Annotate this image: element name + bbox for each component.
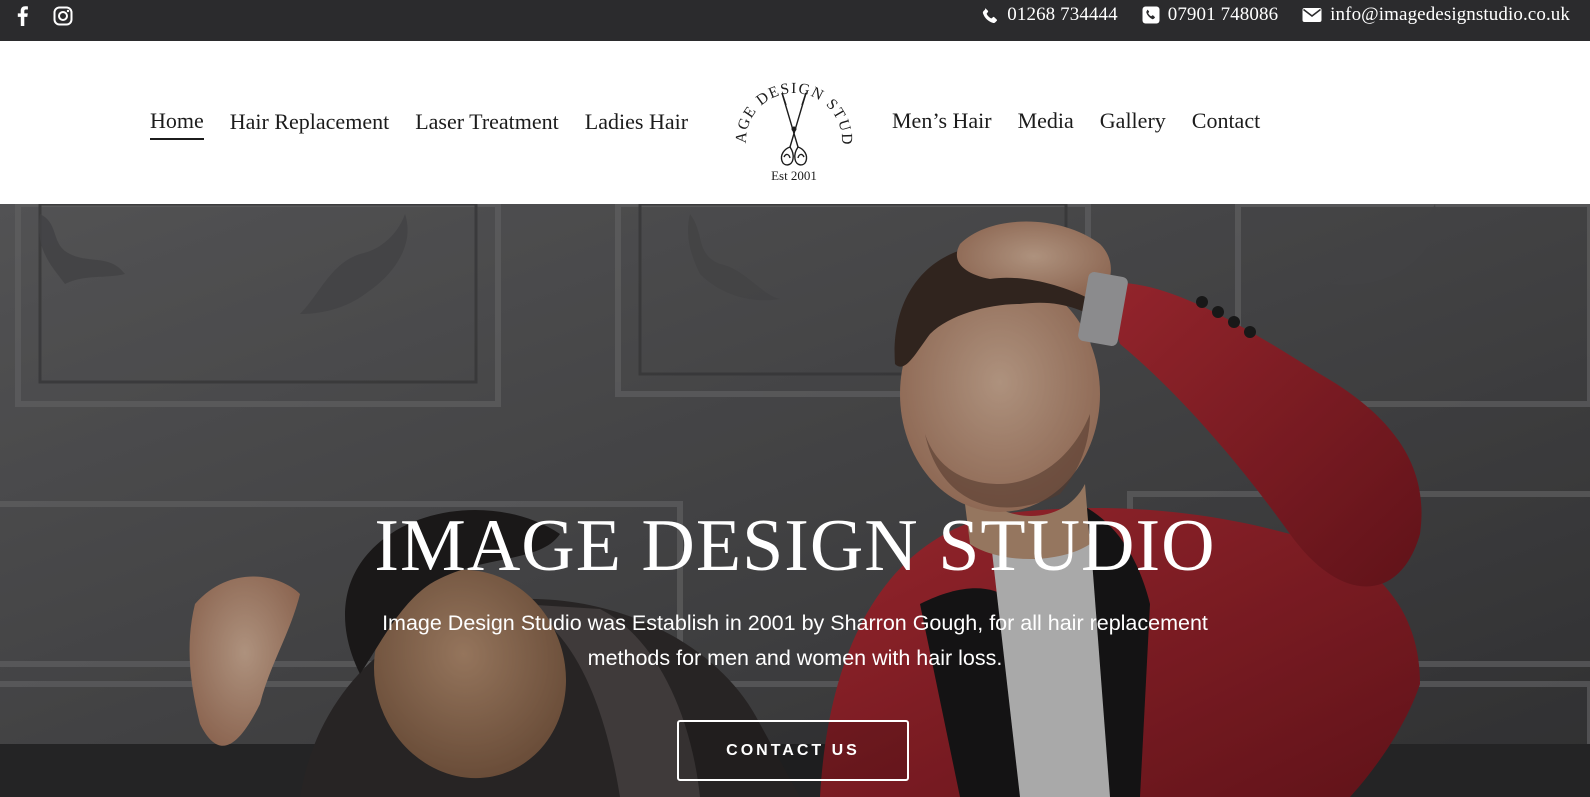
contact-details: 01268 734444 07901 748086 info@imagedesi… xyxy=(982,0,1570,30)
scissors-icon xyxy=(780,92,808,166)
mobile-number: 07901 748086 xyxy=(1167,4,1279,25)
studio-logo[interactable]: IMAGE DESIGN STUDIO Est 2001 xyxy=(732,63,856,187)
logo-est-text: Est 2001 xyxy=(771,168,817,183)
phone-number: 01268 734444 xyxy=(1007,4,1118,25)
mobile-contact[interactable]: 07901 748086 xyxy=(1142,4,1278,26)
nav-gallery[interactable]: Gallery xyxy=(1100,108,1166,138)
hero-title: IMAGE DESIGN STUDIO xyxy=(374,505,1216,587)
nav-ladies-hair[interactable]: Ladies Hair xyxy=(585,109,688,139)
top-bar: 01268 734444 07901 748086 info@imagedesi… xyxy=(0,0,1590,41)
nav-media[interactable]: Media xyxy=(1018,108,1074,138)
email-address: info@imagedesignstudio.co.uk xyxy=(1330,4,1570,25)
site-header: Home Hair Replacement Laser Treatment La… xyxy=(0,41,1590,204)
nav-mens-hair[interactable]: Men’s Hair xyxy=(892,108,992,138)
nav-home[interactable]: Home xyxy=(150,108,204,140)
facebook-link[interactable] xyxy=(12,5,34,27)
social-links xyxy=(12,5,74,27)
phone-contact[interactable]: 01268 734444 xyxy=(982,4,1118,26)
instagram-link[interactable] xyxy=(52,5,74,27)
facebook-icon xyxy=(17,6,28,27)
nav-laser-treatment[interactable]: Laser Treatment xyxy=(415,109,559,139)
hero-overlay xyxy=(0,204,1590,797)
hero-description: Image Design Studio was Establish in 200… xyxy=(382,611,1208,670)
instagram-icon xyxy=(53,6,73,26)
phone-icon xyxy=(983,7,998,23)
envelope-icon xyxy=(1302,8,1322,22)
phone-square-icon xyxy=(1142,6,1160,24)
hero-banner: IMAGE DESIGN STUDIO Image Design Studio … xyxy=(0,204,1590,797)
nav-hair-replacement[interactable]: Hair Replacement xyxy=(230,109,389,139)
email-contact[interactable]: info@imagedesignstudio.co.uk xyxy=(1302,4,1570,26)
nav-contact[interactable]: Contact xyxy=(1192,108,1260,138)
contact-us-button[interactable]: CONTACT US xyxy=(677,720,909,781)
nav-left: Home Hair Replacement Laser Treatment La… xyxy=(150,108,688,140)
nav-right: Men’s Hair Media Gallery Contact xyxy=(892,108,1260,138)
